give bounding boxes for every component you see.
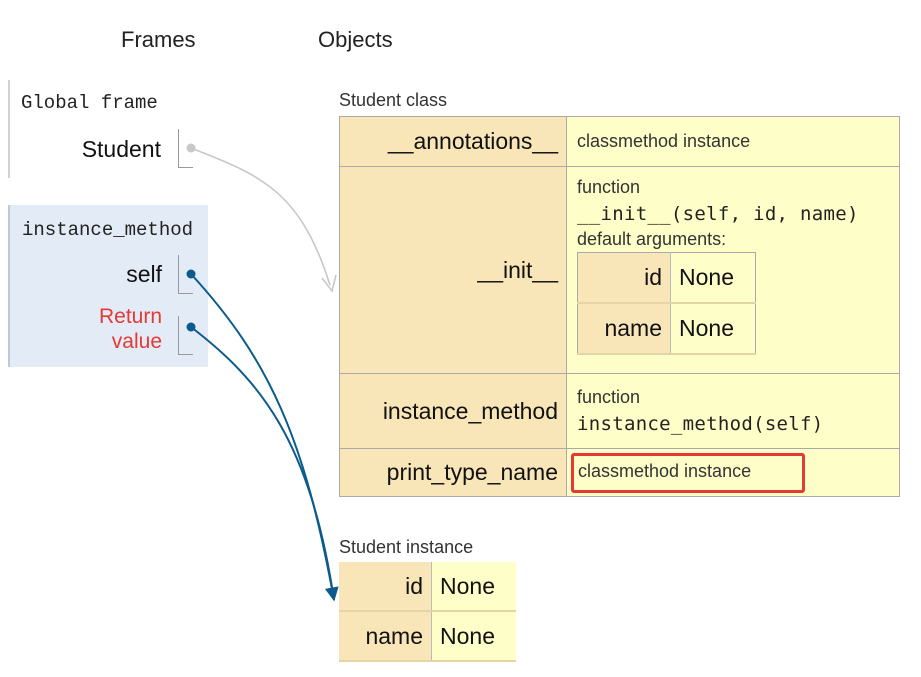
arrow-self-to-instance	[186, 269, 339, 602]
arrow-return-to-instance	[186, 322, 335, 601]
pointer-arrows	[186, 143, 339, 602]
arrow-student-to-class	[186, 143, 337, 293]
